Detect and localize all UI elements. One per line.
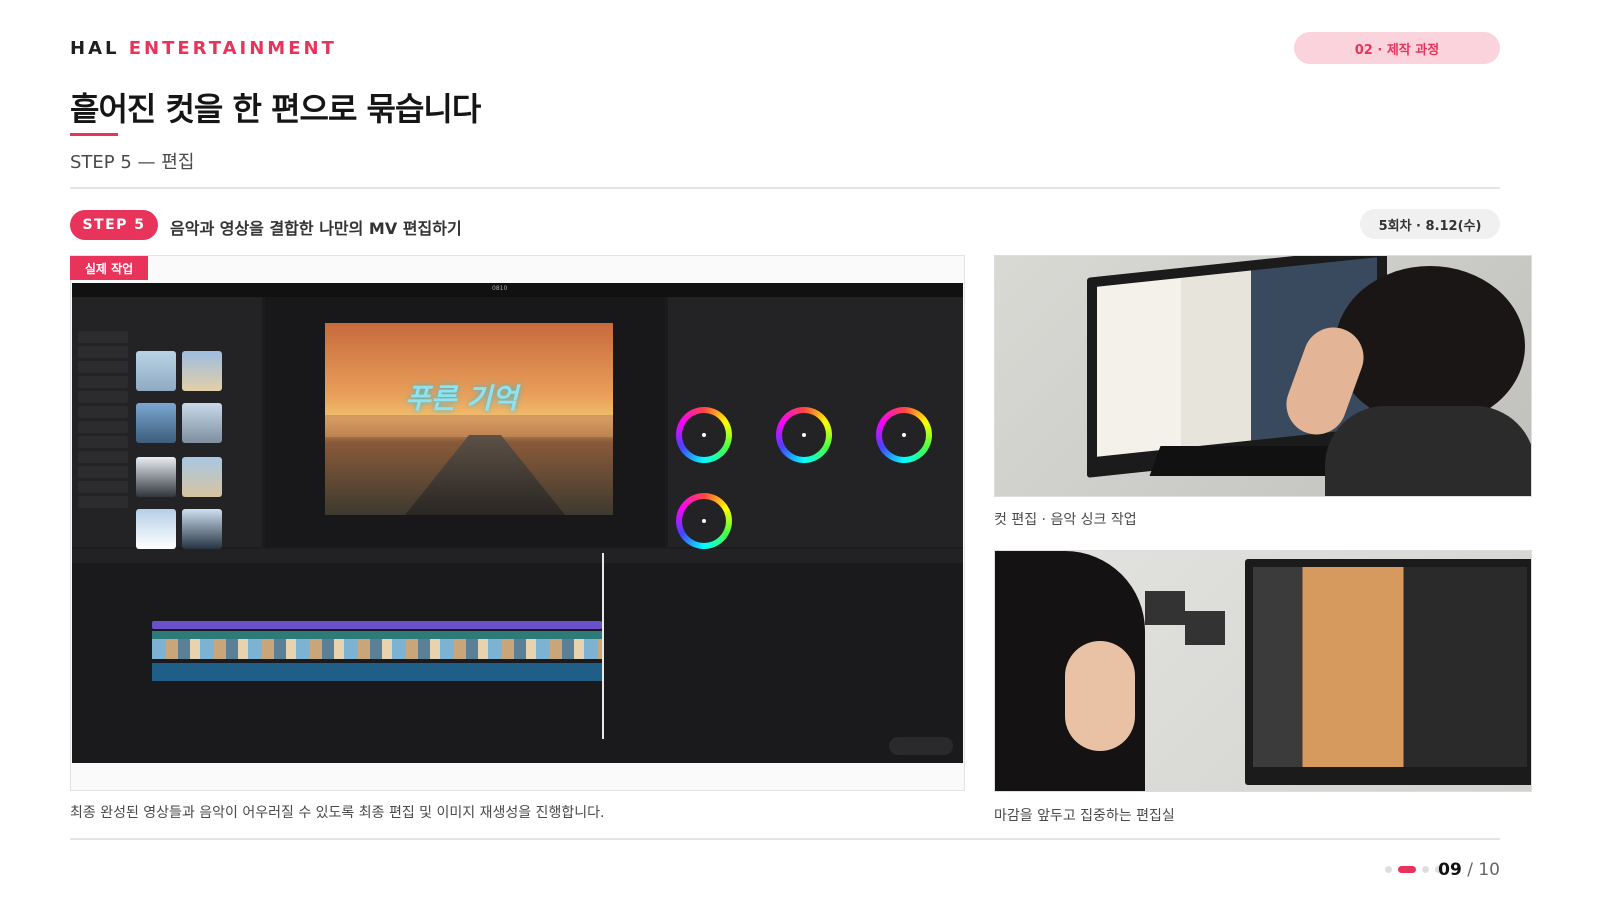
color-wheel	[676, 493, 732, 549]
editpilot-button	[889, 737, 953, 755]
media-thumbnail	[182, 403, 222, 443]
video-editor-screenshot: 0810 푸른 기억	[72, 283, 963, 763]
page-title: 흩어진 컷을 한 편으로 묶습니다	[70, 90, 481, 128]
pagination-dot	[1385, 866, 1392, 873]
page-subtitle: STEP 5 — 편집	[70, 152, 195, 173]
video-sea	[325, 415, 613, 437]
pagination-dot	[1422, 866, 1429, 873]
editor-timeline	[72, 549, 963, 763]
footer-divider	[70, 838, 1500, 840]
photo-background-monitor	[1185, 611, 1225, 645]
media-thumbnail	[136, 351, 176, 391]
editor-color-panel	[668, 297, 963, 549]
photo-caption-2: 마감을 앞두고 집중하는 편집실	[994, 808, 1175, 824]
color-wheel	[876, 407, 932, 463]
timeline-text-track	[152, 621, 602, 629]
brand-name-part1: HAL	[70, 38, 120, 59]
timeline-toolbar	[72, 549, 963, 563]
media-thumbnail	[182, 509, 222, 549]
main-image-caption: 최종 완성된 영상들과 음악이 어우러질 수 있도록 최종 편집 및 이미지 재…	[70, 805, 605, 821]
work-tag: 실제 작업	[70, 256, 148, 280]
timeline-video-track	[152, 631, 602, 659]
photo-caption-1: 컷 편집 · 음악 싱크 작업	[994, 512, 1137, 528]
timeline-audio-track	[152, 663, 602, 681]
pagination-dots	[1385, 866, 1442, 873]
page-separator: /	[1461, 860, 1479, 880]
editor-media-nav	[78, 331, 128, 511]
section-badge: 02 · 제작 과정	[1294, 32, 1500, 64]
photo-monitor	[1245, 559, 1531, 785]
header-divider	[70, 187, 1500, 189]
photo-person-head	[1335, 266, 1525, 426]
photo-person-face	[1065, 641, 1135, 751]
photo-background-monitor	[1145, 591, 1185, 625]
editor-media-panel	[72, 297, 262, 549]
photo-person-body	[1325, 406, 1531, 496]
brand-logo: HAL ENTERTAINMENT	[70, 38, 337, 59]
page-current: 09	[1438, 860, 1462, 880]
pagination-dot-active	[1398, 866, 1416, 873]
photo-editing-room	[994, 550, 1532, 792]
title-accent-bar	[70, 133, 118, 136]
media-thumbnail	[136, 403, 176, 443]
step-badge: STEP 5	[70, 210, 158, 240]
editor-project-title: 0810	[492, 285, 508, 292]
session-badge: 5회차 · 8.12(수)	[1360, 209, 1500, 239]
media-thumbnail	[136, 457, 176, 497]
editor-titlebar: 0810	[72, 283, 963, 297]
color-wheel	[676, 407, 732, 463]
page-total: 10	[1478, 860, 1500, 880]
page-number: 09 / 10	[1438, 860, 1500, 880]
brand-name-part2: ENTERTAINMENT	[128, 38, 337, 59]
media-thumbnail	[182, 457, 222, 497]
media-thumbnail	[182, 351, 222, 391]
color-wheel	[776, 407, 832, 463]
photo-monitor-screen	[1253, 567, 1527, 767]
photo-editing-cut	[994, 255, 1532, 497]
media-thumbnail	[136, 509, 176, 549]
timeline-playhead	[602, 553, 604, 739]
preview-video-frame: 푸른 기억	[325, 323, 613, 515]
video-road	[405, 435, 565, 515]
video-title-overlay: 푸른 기억	[405, 382, 518, 415]
editor-preview-panel: 푸른 기억	[265, 297, 665, 547]
step-description: 음악과 영상을 결합한 나만의 MV 편집하기	[170, 219, 462, 238]
